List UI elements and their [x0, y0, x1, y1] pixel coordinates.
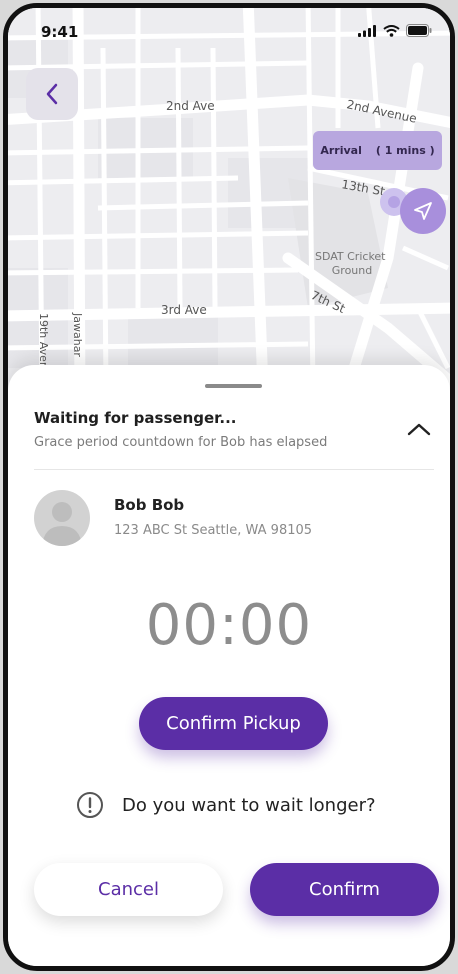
- street-label-2nd-ave: 2nd Ave: [166, 99, 215, 113]
- back-button[interactable]: [26, 68, 78, 120]
- signal-icon: [358, 24, 376, 37]
- countdown-timer: 00:00: [145, 593, 313, 658]
- confirm-button[interactable]: Confirm: [250, 863, 439, 916]
- status-time: 9:41: [41, 23, 79, 41]
- wifi-icon: [383, 24, 400, 37]
- street-label-jawahar: Jawahar: [71, 312, 84, 357]
- landmark-label-line-1: SDAT Cricket: [315, 250, 386, 263]
- status-bar: 9:41: [8, 8, 450, 56]
- arrival-eta: ( 1 mins ): [375, 144, 435, 157]
- wait-longer-prompt: Do you want to wait longer?: [76, 791, 376, 819]
- landmark-label-line-2: Ground: [332, 264, 372, 277]
- navigate-button[interactable]: [400, 188, 446, 234]
- sheet-drag-handle[interactable]: [205, 384, 262, 388]
- arrival-eta-badge: Arrival ( 1 mins ): [313, 131, 442, 170]
- passenger-avatar: [34, 490, 90, 546]
- wait-prompt-text: Do you want to wait longer?: [122, 794, 376, 816]
- status-icons: [358, 24, 432, 37]
- arrival-label: Arrival: [320, 144, 362, 157]
- divider: [34, 469, 434, 470]
- bottom-sheet: Waiting for passenger... Grace period co…: [8, 365, 450, 966]
- cancel-button[interactable]: Cancel: [34, 863, 223, 916]
- sheet-subtitle: Grace period countdown for Bob has elaps…: [34, 435, 328, 450]
- passenger-name: Bob Bob: [114, 496, 185, 514]
- passenger-address: 123 ABC St Seattle, WA 98105: [114, 523, 313, 538]
- street-label-3rd-ave: 3rd Ave: [161, 303, 207, 317]
- chevron-up-icon: [407, 423, 431, 436]
- collapse-button[interactable]: [404, 417, 434, 441]
- back-chevron-icon: [46, 83, 58, 105]
- person-avatar-icon: [42, 502, 82, 546]
- alert-circle-icon: [77, 792, 103, 818]
- phone-frame: 2nd Ave 2nd Avenue 13th St 7th St 3rd Av…: [3, 3, 455, 971]
- confirm-pickup-button[interactable]: Confirm Pickup: [139, 697, 328, 750]
- battery-icon: [406, 24, 432, 37]
- navigation-arrow-icon: [414, 202, 432, 220]
- sheet-title: Waiting for passenger...: [34, 409, 237, 427]
